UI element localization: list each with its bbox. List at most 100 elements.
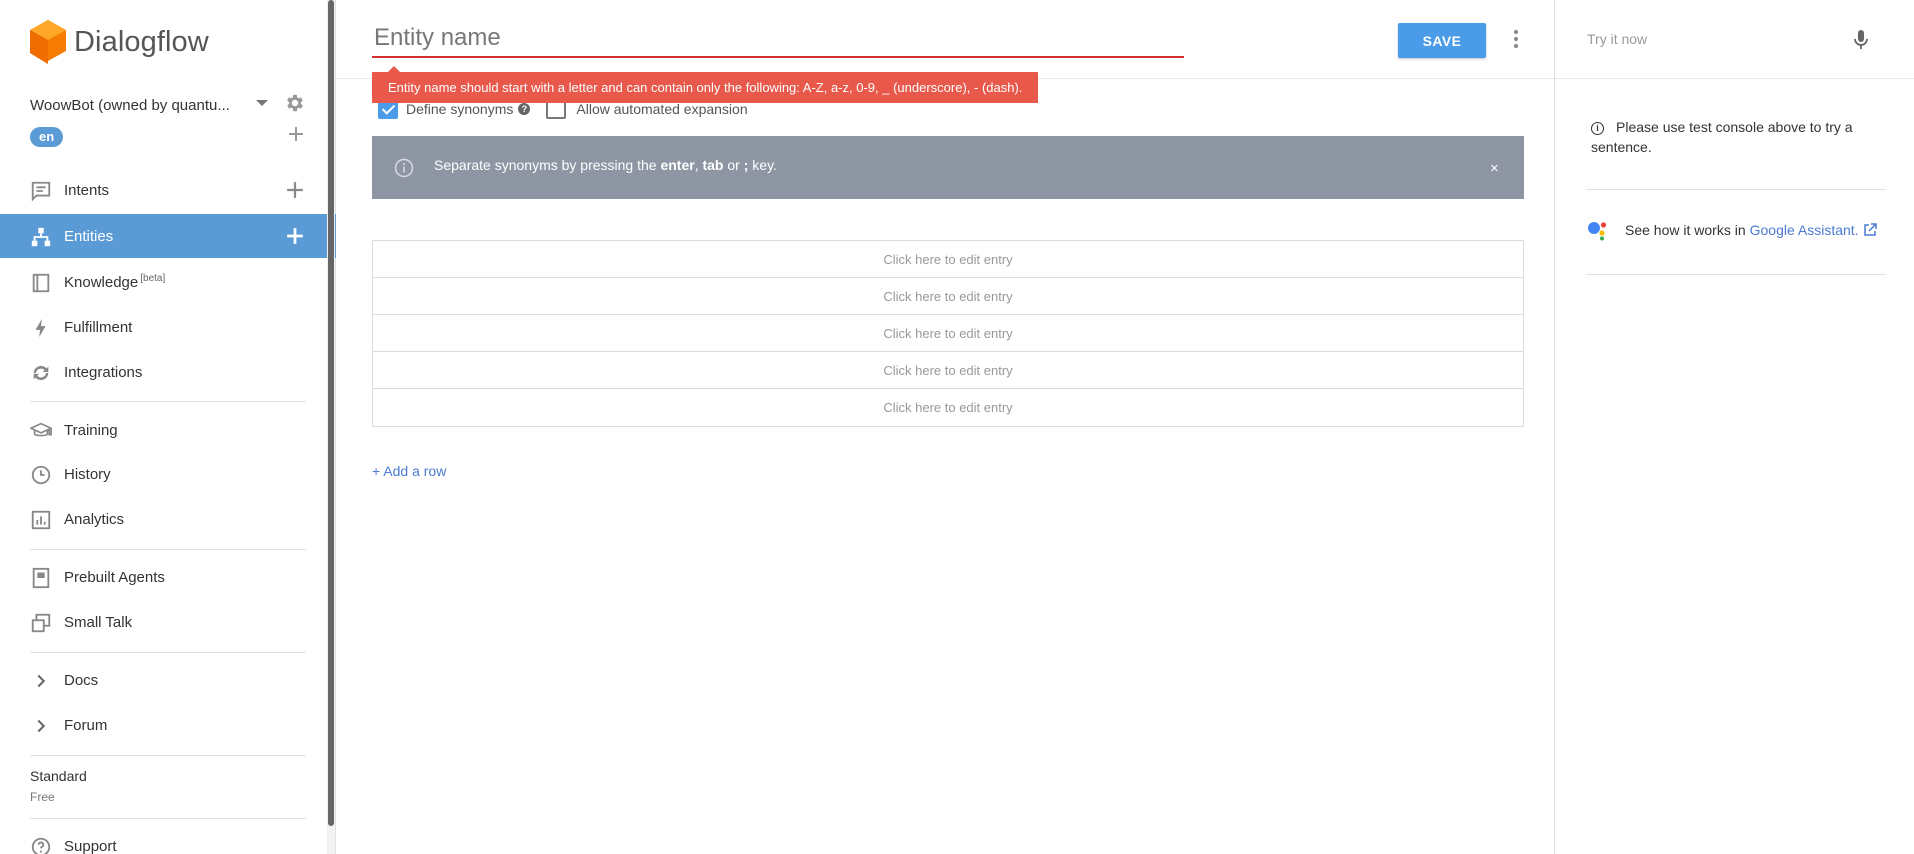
sidebar-divider — [30, 652, 306, 653]
sidebar-item-fulfillment[interactable]: Fulfillment — [0, 305, 336, 349]
sidebar-item-integrations[interactable]: Integrations — [0, 350, 336, 394]
google-assistant-text: See how it works in — [1625, 222, 1746, 238]
entry-row[interactable]: Click here to edit entry — [373, 389, 1523, 426]
language-row: en — [30, 126, 308, 150]
sidebar-item-label: Docs — [64, 671, 99, 689]
sidebar-item-label: Prebuilt Agents — [64, 568, 165, 586]
entity-editor: SAVE Define synonyms ? Allow automated e… — [336, 0, 1554, 854]
microphone-icon[interactable] — [1853, 29, 1869, 51]
google-assistant-row: See how it works in Google Assistant. — [1587, 219, 1877, 241]
knowledge-label: Knowledge — [64, 274, 139, 291]
panel-divider — [1586, 189, 1886, 190]
clock-icon — [31, 465, 51, 485]
bolt-icon — [35, 318, 46, 338]
chat-squares-icon — [31, 613, 51, 633]
try-it-now-input[interactable]: Try it now — [1587, 31, 1647, 47]
brand-name: Dialogflow — [74, 25, 209, 58]
panel-divider — [1586, 274, 1886, 275]
add-row-link[interactable]: + Add a row — [372, 463, 446, 479]
more-vert-icon[interactable] — [1511, 28, 1521, 50]
sidebar-item-docs[interactable]: Docs — [0, 658, 336, 702]
sidebar-item-history[interactable]: History — [0, 452, 336, 496]
sidebar-item-label: Fulfillment — [64, 318, 133, 336]
sidebar-item-knowledge[interactable]: Knowledge [beta] — [0, 260, 336, 304]
synonym-info-banner: Separate synonyms by pressing the enter,… — [372, 136, 1524, 199]
entry-row[interactable]: Click here to edit entry — [373, 315, 1523, 352]
gear-icon[interactable] — [284, 92, 306, 119]
agent-selector[interactable]: WoowBot (owned by quantu... — [30, 92, 308, 118]
book-icon — [32, 273, 50, 293]
sidebar-scrollbar-thumb[interactable] — [328, 0, 334, 826]
close-icon[interactable]: × — [1490, 160, 1499, 177]
info-key-tab: tab — [702, 157, 724, 173]
caret-down-icon[interactable] — [256, 100, 268, 106]
chevron-right-icon — [37, 719, 46, 733]
graduation-cap-icon — [30, 422, 52, 437]
sidebar-divider — [30, 549, 306, 550]
allow-expansion-label: Allow automated expansion — [576, 101, 748, 117]
agent-book-icon — [32, 567, 50, 589]
sidebar-item-forum[interactable]: Forum — [0, 703, 336, 747]
info-text-suffix: key. — [748, 157, 777, 173]
sidebar-item-analytics[interactable]: Analytics — [0, 497, 336, 541]
info-icon — [394, 158, 414, 178]
add-entity-icon[interactable] — [286, 227, 304, 245]
info-key-enter: enter — [660, 157, 695, 173]
sidebar-item-label: Intents — [64, 181, 110, 199]
sidebar-item-label: Integrations — [64, 363, 143, 381]
sidebar-item-training[interactable]: Training — [0, 408, 336, 452]
entity-name-error-tooltip: Entity name should start with a letter a… — [372, 66, 1039, 103]
sidebar-divider — [30, 755, 306, 756]
save-button[interactable]: SAVE — [1398, 23, 1486, 58]
sidebar-item-label: Analytics — [64, 510, 125, 528]
language-chip[interactable]: en — [30, 127, 64, 147]
editor-header: SAVE — [336, 0, 1554, 79]
sidebar-item-support[interactable]: Support — [0, 824, 336, 854]
info-text-prefix: Separate synonyms by pressing the — [434, 157, 661, 173]
try-it-now-bar[interactable]: Try it now — [1555, 0, 1914, 79]
sidebar-item-label: Forum — [64, 716, 108, 734]
sidebar-item-label: Training — [64, 421, 118, 439]
test-console-panel: Try it now i Please use test console abov… — [1554, 0, 1914, 854]
sidebar-item-intents[interactable]: Intents — [0, 168, 336, 212]
sidebar-divider — [30, 818, 306, 819]
entry-row[interactable]: Click here to edit entry — [373, 352, 1523, 389]
define-synonyms-label: Define synonyms — [406, 101, 514, 117]
beta-badge: [beta] — [140, 273, 166, 284]
test-console-note: i Please use test console above to try a … — [1591, 117, 1881, 157]
google-assistant-link[interactable]: Google Assistant. — [1750, 222, 1859, 238]
google-assistant-icon — [1588, 222, 1607, 241]
sidebar-item-small-talk[interactable]: Small Talk — [0, 600, 336, 644]
sidebar-item-label: History — [64, 465, 111, 483]
dialogflow-logo-icon — [30, 20, 66, 64]
help-circle-icon — [31, 837, 51, 854]
add-intent-icon[interactable] — [286, 181, 304, 199]
info-text-sep: or — [723, 157, 744, 173]
entry-row[interactable]: Click here to edit entry — [373, 241, 1523, 278]
entries-table: Click here to edit entry Click here to e… — [372, 240, 1524, 427]
bar-chart-icon — [31, 510, 51, 530]
add-language-icon[interactable] — [288, 126, 304, 147]
sidebar: Dialogflow WoowBot (owned by quantu... e… — [0, 0, 336, 854]
chat-icon — [31, 181, 51, 202]
sidebar-scrollbar[interactable] — [327, 0, 335, 854]
info-icon: i — [1591, 122, 1604, 135]
brand-logo[interactable]: Dialogflow — [30, 20, 209, 64]
agent-name: WoowBot (owned by quantu... — [30, 96, 230, 114]
test-console-note-text: Please use test console above to try a s… — [1591, 119, 1853, 155]
sidebar-item-entities[interactable]: Entities — [0, 214, 336, 258]
entry-row[interactable]: Click here to edit entry — [373, 278, 1523, 315]
chevron-right-icon — [37, 674, 46, 688]
sync-icon — [33, 365, 49, 381]
entity-name-input[interactable] — [372, 20, 1184, 58]
hierarchy-icon — [31, 227, 51, 247]
synonym-info-text: Separate synonyms by pressing the enter,… — [434, 157, 777, 173]
external-link-icon[interactable] — [1863, 223, 1877, 237]
plan-name[interactable]: Standard — [30, 768, 87, 784]
help-icon[interactable]: ? — [518, 103, 531, 115]
sidebar-item-label: Knowledge [beta] — [64, 273, 165, 291]
sidebar-divider — [30, 401, 306, 402]
plan-tier: Free — [30, 790, 55, 804]
sidebar-item-label: Small Talk — [64, 613, 133, 631]
sidebar-item-prebuilt-agents[interactable]: Prebuilt Agents — [0, 555, 336, 599]
